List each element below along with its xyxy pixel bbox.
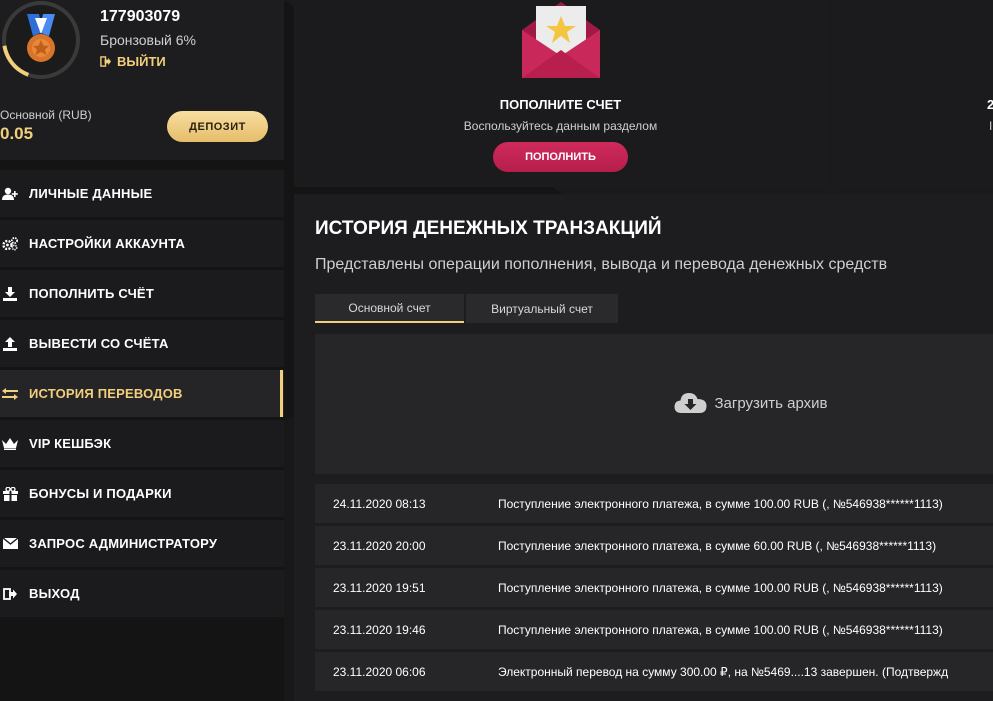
sidebar-item-deposit[interactable]: ПОПОЛНИТЬ СЧЁТ (0, 270, 284, 317)
transaction-description: Электронный перевод на сумму 300.00 ₽, н… (498, 664, 949, 679)
user-level: Бронзовый 6% (100, 32, 196, 48)
replenish-card: ПОПОЛНИТЕ СЧЕТ Воспользуйтесь данным раз… (294, 0, 827, 187)
sidebar-item-label: БОНУСЫ И ПОДАРКИ (29, 486, 172, 501)
bronze-medal-icon (27, 14, 55, 62)
sidebar: 177903079 Бронзовый 6% ВЫЙТИ Основной (R… (0, 0, 284, 701)
tab-virtual-account[interactable]: Виртуальный счет (466, 294, 618, 323)
exit-icon (1, 585, 19, 603)
sidebar-item-label: ЗАПРОС АДМИНИСТРАТОРУ (29, 536, 218, 551)
archive-label: Загрузить архив (714, 394, 828, 412)
user-add-icon (1, 185, 19, 203)
secondary-card-title: 2 (987, 97, 993, 112)
secondary-card-subtitle: I (989, 119, 993, 133)
sidebar-item-account-settings[interactable]: НАСТРОЙКИ АККАУНТА (0, 220, 284, 267)
transaction-date: 24.11.2020 08:13 (333, 496, 426, 511)
transaction-description: Поступление электронного платежа, в сумм… (498, 538, 937, 553)
account-tabs: Основной счет Виртуальный счет (315, 294, 618, 323)
replenish-button[interactable]: ПОПОЛНИТЬ (493, 142, 628, 172)
logout-link[interactable]: ВЫЙТИ (100, 54, 166, 69)
deposit-button[interactable]: ДЕПОЗИТ (167, 111, 268, 142)
sidebar-item-label: ЛИЧНЫЕ ДАННЫЕ (29, 186, 153, 201)
account-label: Основной (RUB) (0, 108, 92, 122)
envelope-icon (1, 535, 19, 553)
transaction-description: Поступление электронного платежа, в сумм… (498, 580, 943, 595)
replenish-subtitle: Воспользуйтесь данным разделом (463, 119, 658, 133)
transaction-description: Поступление электронного платежа, в сумм… (498, 496, 943, 511)
download-archive-button[interactable]: Загрузить архив (674, 391, 828, 415)
logout-label: ВЫЙТИ (117, 54, 166, 69)
transaction-history-panel: ИСТОРИЯ ДЕНЕЖНЫХ ТРАНЗАКЦИЙ Представлены… (294, 194, 993, 701)
transaction-list: 24.11.2020 08:13 Поступление электронног… (315, 484, 993, 694)
sidebar-item-personal-data[interactable]: ЛИЧНЫЕ ДАННЫЕ (0, 170, 284, 217)
transaction-date: 23.11.2020 06:06 (333, 664, 426, 679)
sidebar-item-label: ПОПОЛНИТЬ СЧЁТ (29, 286, 154, 301)
envelope-star-icon (522, 2, 600, 78)
transaction-description: Поступление электронного платежа, в сумм… (498, 622, 943, 637)
sidebar-item-transfer-history[interactable]: ИСТОРИЯ ПЕРЕВОДОВ (0, 370, 284, 417)
transfer-arrows-icon (1, 385, 19, 403)
sidebar-item-label: VIP КЕШБЭК (29, 436, 112, 451)
cloud-download-icon (674, 393, 707, 413)
sidebar-item-label: ВЫХОД (29, 586, 80, 601)
table-row: 23.11.2020 06:06 Электронный перевод на … (315, 652, 993, 691)
exit-icon (100, 56, 111, 67)
transaction-date: 23.11.2020 19:51 (333, 580, 426, 595)
user-id: 177903079 (100, 8, 181, 25)
upload-icon (1, 335, 19, 353)
sidebar-menu: ЛИЧНЫЕ ДАННЫЕ НАСТРОЙКИ АККАУНТА ПОПОЛНИ… (0, 170, 284, 620)
sidebar-item-withdraw[interactable]: ВЫВЕСТИ СО СЧЁТА (0, 320, 284, 367)
profile-card: 177903079 Бронзовый 6% ВЫЙТИ Основной (R… (0, 0, 284, 160)
sidebar-item-label: НАСТРОЙКИ АККАУНТА (29, 236, 186, 251)
gears-icon (1, 235, 19, 253)
transaction-date: 23.11.2020 19:46 (333, 622, 426, 637)
download-icon (1, 285, 19, 303)
archive-section: Загрузить архив (315, 334, 993, 474)
transaction-date: 23.11.2020 20:00 (333, 538, 426, 553)
table-row: 23.11.2020 19:46 Поступление электронног… (315, 610, 993, 649)
sidebar-item-bonuses[interactable]: БОНУСЫ И ПОДАРКИ (0, 470, 284, 517)
table-row: 23.11.2020 20:00 Поступление электронног… (315, 526, 993, 565)
avatar (2, 1, 80, 79)
page-subtitle: Представлены операции пополнения, вывода… (315, 256, 888, 273)
sidebar-item-label: ИСТОРИЯ ПЕРЕВОДОВ (29, 386, 183, 401)
sidebar-item-vip-cashback[interactable]: VIP КЕШБЭК (0, 420, 284, 467)
table-row: 23.11.2020 19:51 Поступление электронног… (315, 568, 993, 607)
page-title: ИСТОРИЯ ДЕНЕЖНЫХ ТРАНЗАКЦИЙ (315, 218, 662, 239)
sidebar-item-exit[interactable]: ВЫХОД (0, 570, 284, 617)
replenish-title: ПОПОЛНИТЕ СЧЕТ (499, 97, 622, 112)
table-row: 24.11.2020 08:13 Поступление электронног… (315, 484, 993, 523)
tab-main-account[interactable]: Основной счет (315, 294, 464, 323)
account-balance: 0.05 (0, 124, 34, 143)
gift-icon (1, 485, 19, 503)
secondary-card: 2 I (833, 0, 993, 187)
crown-icon (1, 435, 19, 453)
sidebar-item-admin-request[interactable]: ЗАПРОС АДМИНИСТРАТОРУ (0, 520, 284, 567)
sidebar-item-label: ВЫВЕСТИ СО СЧЁТА (29, 336, 169, 351)
